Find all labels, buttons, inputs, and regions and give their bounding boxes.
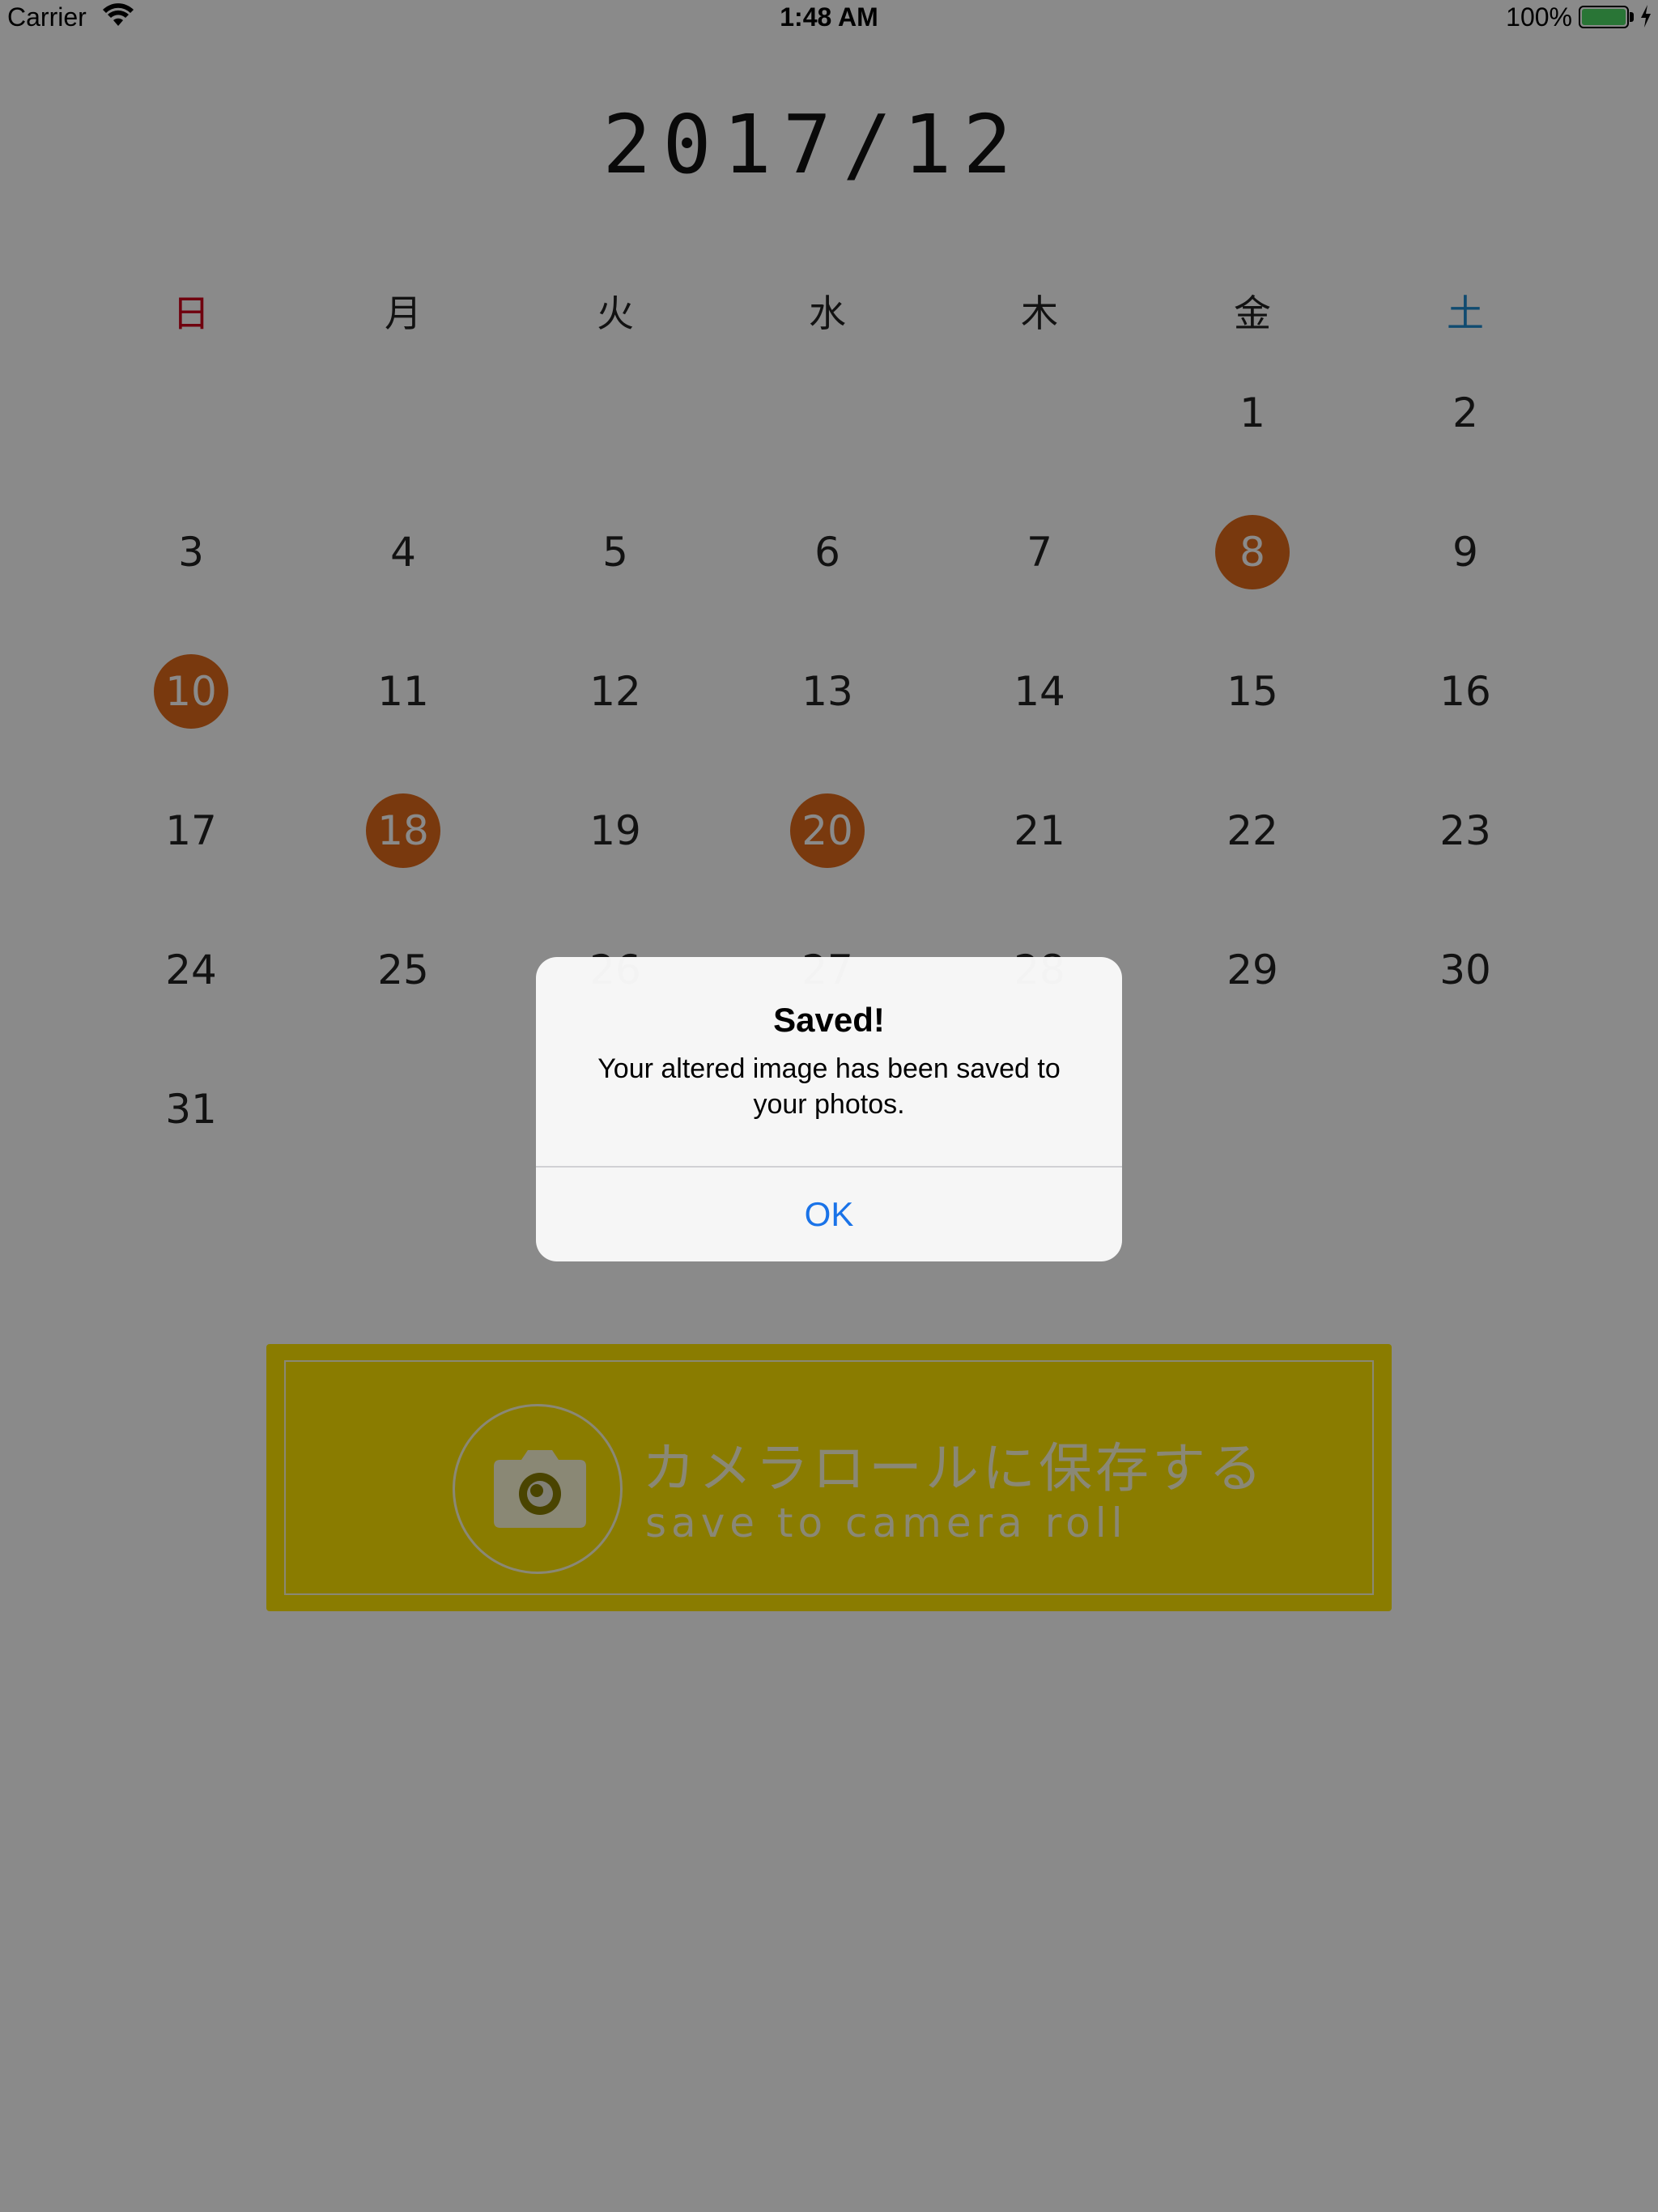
saved-alert-dialog: Saved! Your altered image has been saved… bbox=[536, 957, 1122, 1261]
alert-ok-button[interactable]: OK bbox=[536, 1168, 1122, 1261]
alert-message: Your altered image has been saved to you… bbox=[597, 1053, 1061, 1120]
alert-title: Saved! bbox=[773, 1001, 885, 1039]
